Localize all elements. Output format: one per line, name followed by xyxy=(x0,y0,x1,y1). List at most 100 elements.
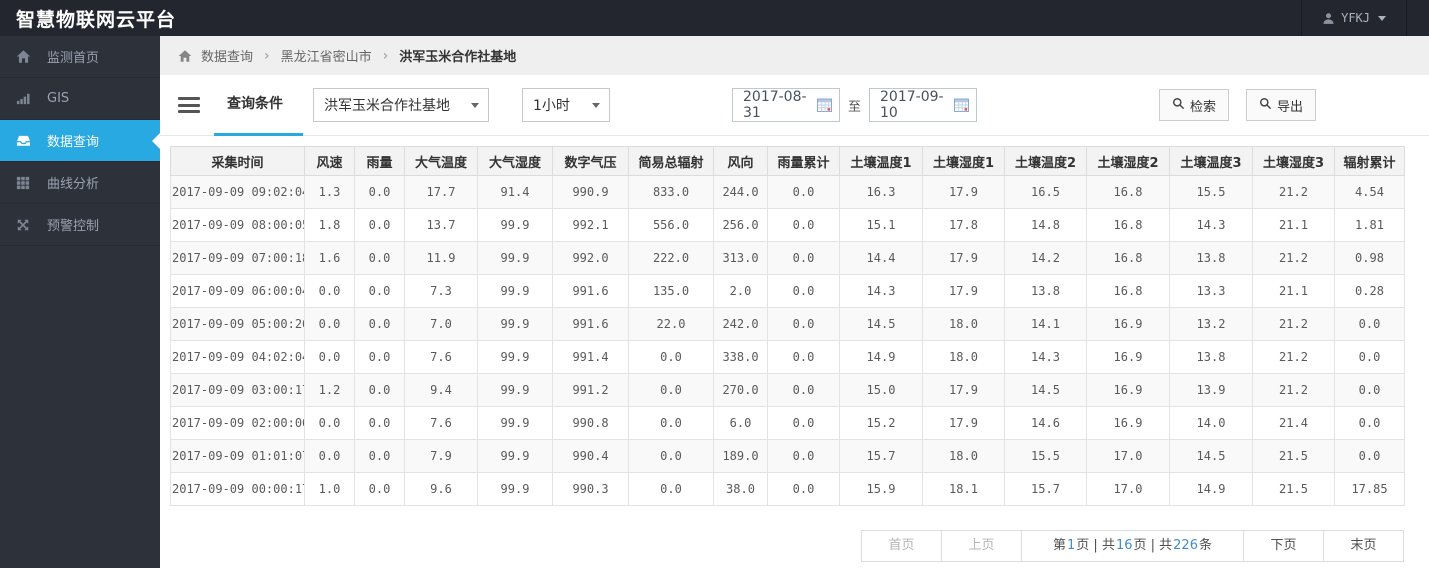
table-cell: 0.0 xyxy=(767,175,840,209)
table-cell: 18.0 xyxy=(922,340,1005,374)
table-cell: 0.0 xyxy=(767,340,840,374)
table-cell: 1.3 xyxy=(304,175,355,209)
sidebar-item-curve-analysis[interactable]: 曲线分析 xyxy=(0,162,160,204)
total-records-number: 226 xyxy=(1173,538,1198,553)
table-cell: 244.0 xyxy=(713,175,768,209)
column-header: 辐射累计 xyxy=(1334,146,1405,176)
column-header: 采集时间 xyxy=(170,146,305,176)
breadcrumb-item-data-query[interactable]: 数据查询 xyxy=(201,46,253,65)
table-cell: 0.98 xyxy=(1334,241,1405,275)
table-cell: 6.0 xyxy=(713,406,768,440)
breadcrumb-item-city[interactable]: 黑龙江省密山市 xyxy=(281,46,372,65)
table-cell: 14.3 xyxy=(1169,208,1253,242)
pagination-prev-button[interactable]: 上页 xyxy=(941,530,1022,562)
table-cell: 2017-09-09 03:00:17 xyxy=(170,373,305,407)
search-button-label: 检索 xyxy=(1190,98,1217,114)
column-header: 土壤湿度3 xyxy=(1252,146,1335,176)
date-range-to-label: 至 xyxy=(848,99,862,115)
table-cell: 991.6 xyxy=(552,307,629,341)
table-cell: 2.0 xyxy=(713,274,768,308)
table-cell: 2017-09-09 02:00:06 xyxy=(170,406,305,440)
table-row: 2017-09-09 00:00:17 1.0 0.0 9.6 99.9 990.3 0.0… xyxy=(170,472,1405,506)
menu-toggle-icon[interactable] xyxy=(178,97,200,113)
sidebar-item-gis[interactable]: GIS xyxy=(0,78,160,120)
table-cell: 990.8 xyxy=(552,406,629,440)
table-cell: 15.7 xyxy=(839,439,923,473)
table-cell: 17.0 xyxy=(1086,439,1170,473)
sidebar-item-monitor-home[interactable]: 监测首页 xyxy=(0,36,160,78)
table-cell: 17.9 xyxy=(922,373,1005,407)
table-cell: 0.0 xyxy=(354,307,405,341)
calendar-icon[interactable] xyxy=(817,98,832,112)
column-header: 土壤温度1 xyxy=(839,146,923,176)
export-button-label: 导出 xyxy=(1277,98,1304,114)
table-cell: 0.0 xyxy=(628,406,714,440)
table-cell: 0.0 xyxy=(628,439,714,473)
table-cell: 14.9 xyxy=(1169,472,1253,506)
table-cell: 16.5 xyxy=(1004,175,1087,209)
table-cell: 0.0 xyxy=(767,439,840,473)
table-cell: 2017-09-09 09:02:04 xyxy=(170,175,305,209)
pagination-last-button[interactable]: 末页 xyxy=(1323,530,1404,562)
station-select-value: 洪军玉米合作社基地 xyxy=(324,98,450,114)
pagination-first-button[interactable]: 首页 xyxy=(861,530,942,562)
table-cell: 991.4 xyxy=(552,340,629,374)
table-cell: 91.4 xyxy=(477,175,553,209)
table-cell: 0.0 xyxy=(354,340,405,374)
sidebar-item-label: 曲线分析 xyxy=(47,177,100,192)
top-bar: 智慧物联网云平台 YFKJ xyxy=(0,0,1429,36)
chevron-down-icon xyxy=(592,103,600,108)
table-cell: 0.0 xyxy=(354,439,405,473)
table-cell: 7.0 xyxy=(404,307,478,341)
column-header: 土壤湿度2 xyxy=(1086,146,1170,176)
table-cell: 16.3 xyxy=(839,175,923,209)
table-cell: 0.0 xyxy=(1334,439,1405,473)
table-cell: 16.8 xyxy=(1086,274,1170,308)
user-icon xyxy=(1322,12,1335,25)
export-button[interactable]: 导出 xyxy=(1246,89,1317,121)
table-cell: 270.0 xyxy=(713,373,768,407)
table-cell: 14.2 xyxy=(1004,241,1087,275)
tab-query-conditions[interactable]: 查询条件 xyxy=(214,75,303,136)
sidebar-item-alert-control[interactable]: 预警控制 xyxy=(0,204,160,246)
table-cell: 18.1 xyxy=(922,472,1005,506)
table-row: 2017-09-09 05:00:26 0.0 0.0 7.0 99.9 991.6 22.… xyxy=(170,307,1405,341)
table-cell: 0.0 xyxy=(1334,406,1405,440)
table-cell: 9.4 xyxy=(404,373,478,407)
station-select[interactable]: 洪军玉米合作社基地 xyxy=(313,88,489,122)
interval-select[interactable]: 1小时 xyxy=(522,88,610,122)
date-from-input[interactable]: 2017-08-31 xyxy=(732,88,840,122)
table-cell: 0.0 xyxy=(304,439,355,473)
table-body: 2017-09-09 09:02:04 1.3 0.0 17.7 91.4 990.9 83… xyxy=(170,175,1405,506)
pagination-info: 第1页 | 共16页 | 共226条 xyxy=(1021,530,1244,562)
table-row: 2017-09-09 08:00:05 1.8 0.0 13.7 99.9 992.1 55… xyxy=(170,208,1405,242)
table-cell: 2017-09-09 01:01:07 xyxy=(170,439,305,473)
table-cell: 0.0 xyxy=(628,472,714,506)
table-cell: 22.0 xyxy=(628,307,714,341)
table-cell: 99.9 xyxy=(477,472,553,506)
calendar-icon[interactable] xyxy=(954,98,970,112)
table-cell: 7.3 xyxy=(404,274,478,308)
user-menu[interactable]: YFKJ xyxy=(1301,0,1407,36)
search-icon xyxy=(1259,97,1272,113)
table-cell: 135.0 xyxy=(628,274,714,308)
sidebar: 监测首页 GIS 数据查询 曲线分析 预警控制 xyxy=(0,36,160,568)
search-button[interactable]: 检索 xyxy=(1159,89,1230,121)
pagination-next-button[interactable]: 下页 xyxy=(1243,530,1324,562)
table-cell: 99.9 xyxy=(477,406,553,440)
curve-analysis-grid-icon xyxy=(15,175,31,191)
table-cell: 14.3 xyxy=(839,274,923,308)
table-cell: 17.7 xyxy=(404,175,478,209)
table-cell: 0.0 xyxy=(304,307,355,341)
interval-select-value: 1小时 xyxy=(533,98,570,114)
table-cell: 17.8 xyxy=(922,208,1005,242)
sidebar-item-data-query[interactable]: 数据查询 xyxy=(0,120,160,162)
table-cell: 17.9 xyxy=(922,406,1005,440)
table-cell: 21.1 xyxy=(1252,208,1335,242)
table-cell: 17.9 xyxy=(922,175,1005,209)
table-cell: 1.81 xyxy=(1334,208,1405,242)
table-cell: 9.6 xyxy=(404,472,478,506)
table-row: 2017-09-09 09:02:04 1.3 0.0 17.7 91.4 990.9 83… xyxy=(170,175,1405,209)
date-to-input[interactable]: 2017-09-10 xyxy=(869,88,978,122)
table-cell: 38.0 xyxy=(713,472,768,506)
